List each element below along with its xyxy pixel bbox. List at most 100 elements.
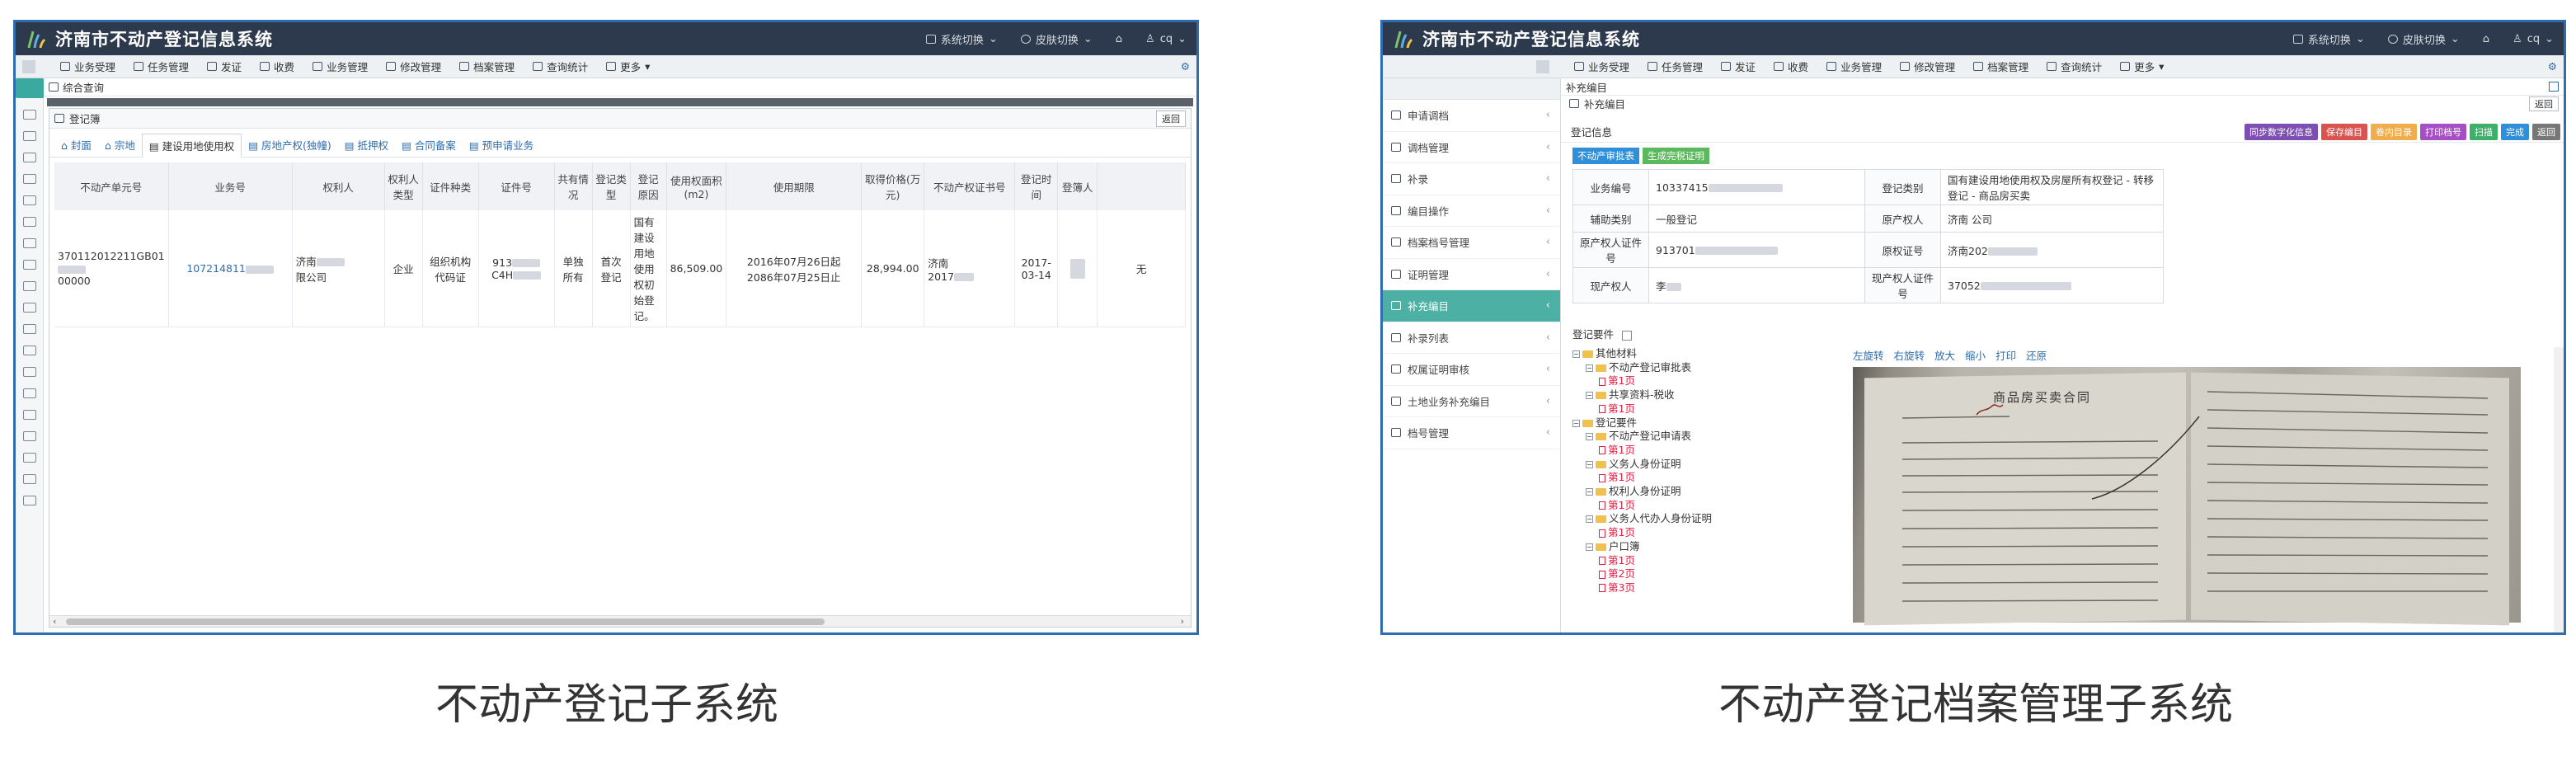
toolbar-item-tasks[interactable]: 任务管理 bbox=[1648, 59, 1703, 74]
rail-icon[interactable] bbox=[22, 388, 36, 398]
rail-icon[interactable] bbox=[22, 153, 36, 162]
rail-icon[interactable] bbox=[22, 281, 36, 291]
rail-icon[interactable] bbox=[22, 474, 36, 484]
user-menu[interactable]: ♙ cq ⌄ bbox=[2513, 31, 2554, 47]
viewer-scrollbar[interactable] bbox=[2554, 347, 2564, 632]
action-button[interactable]: 完成 bbox=[2501, 123, 2529, 140]
sidebar-item[interactable]: 申请调档 ‹ bbox=[1383, 100, 1560, 132]
tree-page-item[interactable]: 第1页 bbox=[1572, 402, 1845, 416]
tree-page-item[interactable]: 第1页 bbox=[1572, 499, 1845, 513]
collapse-icon[interactable]: − bbox=[1586, 364, 1593, 372]
home-icon[interactable]: ⌂ bbox=[2483, 31, 2489, 47]
tree-page-item[interactable]: 第1页 bbox=[1572, 526, 1845, 540]
rail-icon[interactable] bbox=[22, 346, 36, 355]
sidebar-item[interactable]: 土地业务补充编目 ‹ bbox=[1383, 386, 1560, 417]
rail-icon[interactable] bbox=[22, 324, 36, 334]
sidebar-item[interactable]: 调档管理 ‹ bbox=[1383, 132, 1560, 163]
toolbar-item-tasks[interactable]: 任务管理 bbox=[134, 59, 189, 74]
system-switch[interactable]: 系统切换 ⌄ bbox=[925, 31, 998, 47]
sidebar-item[interactable]: 档号管理 ‹ bbox=[1383, 417, 1560, 449]
horizontal-scrollbar[interactable]: ‹ › bbox=[49, 615, 1191, 627]
rail-icon[interactable] bbox=[22, 217, 36, 227]
system-switch[interactable]: 系统切换 ⌄ bbox=[2292, 31, 2365, 47]
collapse-icon[interactable]: − bbox=[1586, 460, 1593, 468]
skin-switch[interactable]: 皮肤切换 ⌄ bbox=[1020, 31, 1093, 47]
cell-business-no[interactable]: 107214811 bbox=[168, 210, 293, 327]
tree-page-item[interactable]: 第2页 bbox=[1572, 567, 1845, 581]
sidebar-item[interactable]: 编目操作 ‹ bbox=[1383, 195, 1560, 227]
toolbar-item-more[interactable]: 更多 ▾ bbox=[2120, 59, 2164, 74]
rail-icon[interactable] bbox=[22, 260, 36, 270]
tree-page-item[interactable]: 第1页 bbox=[1572, 444, 1845, 458]
action-button[interactable]: 打印档号 bbox=[2420, 123, 2466, 140]
tree-folder-item[interactable]: − 户口簿 bbox=[1572, 540, 1845, 554]
collapse-icon[interactable]: − bbox=[1586, 392, 1593, 400]
user-menu[interactable]: ♙ cq ⌄ bbox=[1145, 31, 1187, 47]
back-button[interactable]: 返回 bbox=[1156, 110, 1186, 127]
rail-icon[interactable] bbox=[22, 131, 36, 141]
action-button[interactable]: 扫描 bbox=[2470, 123, 2498, 140]
viewer-tool-button[interactable]: 左旋转 bbox=[1853, 347, 1884, 363]
viewer-tool-button[interactable]: 还原 bbox=[2026, 347, 2047, 363]
tree-folder-item[interactable]: − 登记要件 bbox=[1572, 416, 1845, 430]
toolbar-item-accept[interactable]: 业务受理 bbox=[1574, 59, 1629, 74]
requirements-checkbox[interactable] bbox=[1622, 330, 1632, 341]
rail-icon[interactable] bbox=[22, 195, 36, 205]
tree-page-item[interactable]: 第1页 bbox=[1572, 374, 1845, 388]
viewer-tool-button[interactable]: 缩小 bbox=[1965, 347, 1986, 363]
tree-folder-item[interactable]: − 义务人身份证明 bbox=[1572, 458, 1845, 472]
rail-icon[interactable] bbox=[22, 238, 36, 248]
action-button[interactable]: 同步数字化信息 bbox=[2245, 123, 2318, 140]
sidebar-item[interactable]: 证明管理 ‹ bbox=[1383, 259, 1560, 290]
toolbar-item-business[interactable]: 业务管理 bbox=[1826, 59, 1882, 74]
collapse-icon[interactable]: − bbox=[1572, 350, 1580, 358]
tab-contract-filing[interactable]: ▤ 合同备案 bbox=[395, 134, 463, 157]
sidebar-item[interactable]: 补录 ‹ bbox=[1383, 163, 1560, 195]
viewer-tool-button[interactable]: 右旋转 bbox=[1894, 347, 1925, 363]
toolbar-item-query[interactable]: 查询统计 bbox=[533, 59, 588, 74]
toolbar-item-business[interactable]: 业务管理 bbox=[313, 59, 368, 74]
skin-switch[interactable]: 皮肤切换 ⌄ bbox=[2387, 31, 2460, 47]
collapse-icon[interactable]: − bbox=[1586, 515, 1593, 524]
sidebar-item[interactable]: 档案档号管理 ‹ bbox=[1383, 227, 1560, 259]
rail-icon[interactable] bbox=[22, 453, 36, 463]
action-button[interactable]: 卷内目录 bbox=[2371, 123, 2417, 140]
rail-icon[interactable] bbox=[22, 303, 36, 313]
tab-pre-application[interactable]: ▤ 预申请业务 bbox=[463, 134, 540, 157]
toolbar-item-more[interactable]: 更多 ▾ bbox=[606, 59, 650, 74]
toolbar-item-modify[interactable]: 修改管理 bbox=[1900, 59, 1955, 74]
tree-folder-item[interactable]: − 不动产登记申请表 bbox=[1572, 430, 1845, 444]
tab-cover[interactable]: ⌂ 封面 bbox=[54, 134, 98, 157]
collapse-icon[interactable]: − bbox=[1586, 433, 1593, 441]
back-button[interactable]: 返回 bbox=[2529, 96, 2559, 111]
sidebar-item[interactable]: 权属证明审核 ‹ bbox=[1383, 354, 1560, 386]
action-button[interactable]: 返回 bbox=[2532, 123, 2560, 140]
rail-icon[interactable] bbox=[22, 410, 36, 420]
tree-folder-item[interactable]: − 权利人身份证明 bbox=[1572, 485, 1845, 499]
document-icon[interactable] bbox=[16, 78, 44, 98]
viewer-tool-button[interactable]: 放大 bbox=[1934, 347, 1955, 363]
sidebar-item[interactable]: 补录列表 ‹ bbox=[1383, 322, 1560, 354]
toolbar-item-accept[interactable]: 业务受理 bbox=[60, 59, 115, 74]
tab-property-right[interactable]: ▤ 房地产权(独幢) bbox=[242, 134, 338, 157]
tree-page-item[interactable]: 第1页 bbox=[1572, 471, 1845, 485]
toolbar-item-fee[interactable]: 收费 bbox=[260, 59, 294, 74]
tree-folder-item[interactable]: − 其他材料 bbox=[1572, 347, 1845, 361]
grid-icon[interactable] bbox=[1536, 59, 1549, 73]
tree-folder-item[interactable]: − 义务人代办人身份证明 bbox=[1572, 512, 1845, 526]
toolbar-item-modify[interactable]: 修改管理 bbox=[386, 59, 441, 74]
sidebar-item-active[interactable]: 补充编目 ‹ bbox=[1383, 290, 1560, 322]
tab-parcel[interactable]: ⌂ 宗地 bbox=[98, 134, 142, 157]
tag-button[interactable]: 生成完税证明 bbox=[1643, 148, 1709, 164]
viewer-tool-button[interactable]: 打印 bbox=[1995, 347, 2016, 363]
toolbar-item-certificate[interactable]: 发证 bbox=[207, 59, 242, 74]
tree-folder-item[interactable]: − 共享资料-税收 bbox=[1572, 388, 1845, 402]
action-button[interactable]: 保存编目 bbox=[2321, 123, 2367, 140]
tag-button[interactable]: 不动产审批表 bbox=[1572, 148, 1639, 164]
rail-icon[interactable] bbox=[22, 431, 36, 441]
table-row[interactable]: 370112012211GB01 00000 107214811 济南 限公司 企业… bbox=[54, 210, 1186, 327]
rail-icon[interactable] bbox=[22, 496, 36, 505]
tree-page-item[interactable]: 第3页 bbox=[1572, 581, 1845, 595]
toolbar-item-archive[interactable]: 档案管理 bbox=[1973, 59, 2028, 74]
settings-icon[interactable]: ⚙ bbox=[2548, 60, 2557, 73]
